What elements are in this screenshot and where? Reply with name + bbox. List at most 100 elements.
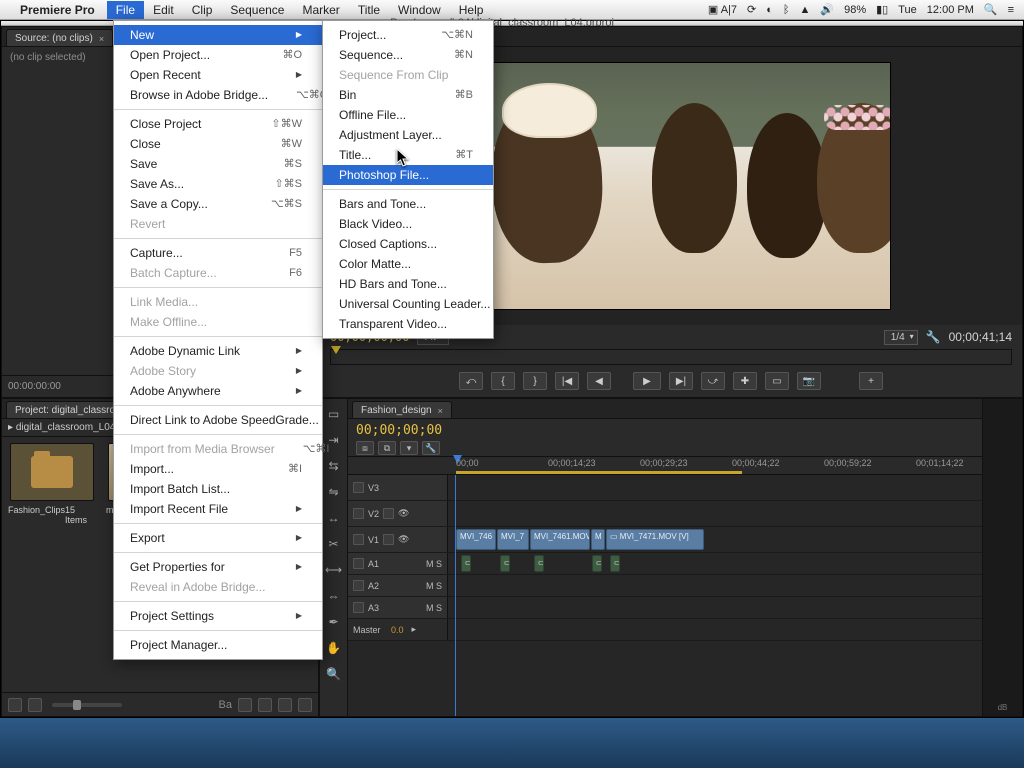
menu-item[interactable]: Direct Link to Adobe SpeedGrade... [114, 410, 322, 430]
track-lane[interactable]: ▭ ▭ ▭ ▭ ▭ [448, 553, 982, 574]
selection-tool-icon[interactable]: ▭ [325, 405, 343, 423]
menu-item[interactable]: Capture...F5 [114, 243, 322, 263]
pen-tool-icon[interactable]: ✒ [325, 613, 343, 631]
toggle-icon[interactable] [383, 534, 394, 545]
spotlight-search-icon[interactable]: 🔍 [984, 3, 998, 16]
menu-item[interactable]: Export [114, 528, 322, 548]
close-icon[interactable]: × [99, 34, 104, 44]
adobe-icon[interactable]: ▣ A|7 [708, 3, 737, 16]
video-clip[interactable]: MVI_746 [456, 529, 496, 550]
lock-icon[interactable] [353, 508, 364, 519]
track-label[interactable]: V3 [368, 483, 379, 493]
step-back-icon[interactable]: |◀ [555, 372, 579, 390]
menubar-item-marker[interactable]: Marker [293, 1, 348, 19]
menubar-item-help[interactable]: Help [450, 1, 493, 19]
lift-icon[interactable]: ✚ [733, 372, 757, 390]
slip-tool-icon[interactable]: ⟷ [325, 561, 343, 579]
menu-item[interactable]: Color Matte... [323, 254, 493, 274]
menu-item[interactable]: Close Project⇧⌘W [114, 114, 322, 134]
menu-item[interactable]: Browse in Adobe Bridge...⌥⌘O [114, 85, 322, 105]
work-area-bar[interactable] [456, 471, 742, 474]
track-lane[interactable]: MVI_746MVI_7MVI_7461.MOVM▭ MVI_7471.MOV … [448, 527, 982, 552]
marker-icon[interactable]: ▾ [400, 441, 418, 455]
track-label[interactable]: A3 [368, 603, 379, 613]
eye-icon[interactable]: 👁 [398, 508, 409, 519]
toggle-icon[interactable] [383, 508, 394, 519]
audio-clip[interactable]: ▭ [534, 555, 544, 572]
track-label[interactable]: A1 [368, 559, 379, 569]
track-label[interactable]: V1 [368, 535, 379, 545]
track-label[interactable]: V2 [368, 509, 379, 519]
export-frame-icon[interactable]: 📷 [797, 372, 821, 390]
close-icon[interactable]: × [438, 406, 443, 416]
razor-tool-icon[interactable]: ✂ [325, 535, 343, 553]
track-label[interactable]: A2 [368, 581, 379, 591]
track-lane[interactable] [448, 597, 982, 618]
video-clip[interactable]: ▭ MVI_7471.MOV [V] [606, 529, 704, 550]
track-lane[interactable] [448, 619, 982, 640]
zoom-tool-icon[interactable]: 🔍 [325, 665, 343, 683]
snap-icon[interactable]: ⧈ [356, 441, 374, 455]
program-ruler[interactable] [330, 349, 1012, 365]
chevron-right-icon[interactable]: ▸ [412, 624, 417, 635]
spotlight-icon[interactable]: ◐ [766, 4, 773, 16]
mark-in-icon[interactable]: ⤺ [459, 372, 483, 390]
extract-icon[interactable]: ▭ [765, 372, 789, 390]
bin-item[interactable]: Fashion_Clips15 Items [8, 443, 96, 525]
menu-item[interactable]: Offline File... [323, 105, 493, 125]
video-clip[interactable]: M [591, 529, 605, 550]
timeline-tab[interactable]: Fashion_design× [352, 401, 452, 418]
play-fwd-icon[interactable]: ▶| [669, 372, 693, 390]
audio-clip[interactable]: ▭ [592, 555, 602, 572]
menu-item[interactable]: Open Recent [114, 65, 322, 85]
timeline-timecode[interactable]: 00;00;00;00 [356, 423, 974, 438]
hand-tool-icon[interactable]: ✋ [325, 639, 343, 657]
menu-item[interactable]: Import...⌘I [114, 459, 322, 479]
menubar-item-edit[interactable]: Edit [144, 1, 183, 19]
menu-item[interactable]: Adjustment Layer... [323, 125, 493, 145]
menu-item[interactable]: Closed Captions... [323, 234, 493, 254]
menu-item[interactable]: HD Bars and Tone... [323, 274, 493, 294]
trash-icon[interactable] [298, 698, 312, 712]
audio-clip[interactable]: ▭ [461, 555, 471, 572]
menubar-item-sequence[interactable]: Sequence [221, 1, 293, 19]
menu-item[interactable]: Save⌘S [114, 154, 322, 174]
step-fwd-icon[interactable]: ⤻ [701, 372, 725, 390]
icon-view-icon[interactable] [28, 698, 42, 712]
menu-item[interactable]: Project...⌥⌘N [323, 25, 493, 45]
lock-icon[interactable] [353, 534, 364, 545]
battery-icon[interactable]: ▮▯ [876, 3, 888, 16]
menu-item[interactable]: Project Settings [114, 606, 322, 626]
menu-item[interactable]: Close⌘W [114, 134, 322, 154]
find-icon[interactable] [238, 698, 252, 712]
eye-icon[interactable]: 👁 [398, 534, 409, 545]
video-clip[interactable]: MVI_7 [497, 529, 529, 550]
audio-clip[interactable]: ▭ [610, 555, 620, 572]
thumb-size-slider[interactable] [52, 703, 122, 707]
menu-item[interactable]: Import Recent File [114, 499, 322, 519]
menu-item[interactable]: Import Batch List... [114, 479, 322, 499]
audio-clip[interactable]: ▭ [500, 555, 510, 572]
menu-item[interactable]: Bin⌘B [323, 85, 493, 105]
track-label[interactable]: Master [353, 625, 381, 635]
ripple-tool-icon[interactable]: ⇆ [325, 457, 343, 475]
menu-item[interactable]: Black Video... [323, 214, 493, 234]
menu-item[interactable]: Project Manager... [114, 635, 322, 655]
video-clip[interactable]: MVI_7461.MOV [530, 529, 590, 550]
bluetooth-icon[interactable]: ᛒ [783, 4, 790, 16]
menubar-item-window[interactable]: Window [389, 1, 450, 19]
lock-icon[interactable] [353, 558, 364, 569]
go-in-icon[interactable]: { [491, 372, 515, 390]
menu-item[interactable]: Photoshop File... [323, 165, 493, 185]
list-view-icon[interactable] [8, 698, 22, 712]
lock-icon[interactable] [353, 482, 364, 493]
menu-item[interactable]: Bars and Tone... [323, 194, 493, 214]
menu-item[interactable]: Universal Counting Leader... [323, 294, 493, 314]
menu-item[interactable]: Adobe Anywhere [114, 381, 322, 401]
new-item-icon[interactable] [278, 698, 292, 712]
slide-tool-icon[interactable]: ⇔ [325, 587, 343, 605]
track-lane[interactable] [448, 501, 982, 526]
playhead-icon[interactable] [331, 346, 341, 354]
play-icon[interactable]: ▶ [633, 372, 661, 390]
track-lane[interactable] [448, 475, 982, 500]
